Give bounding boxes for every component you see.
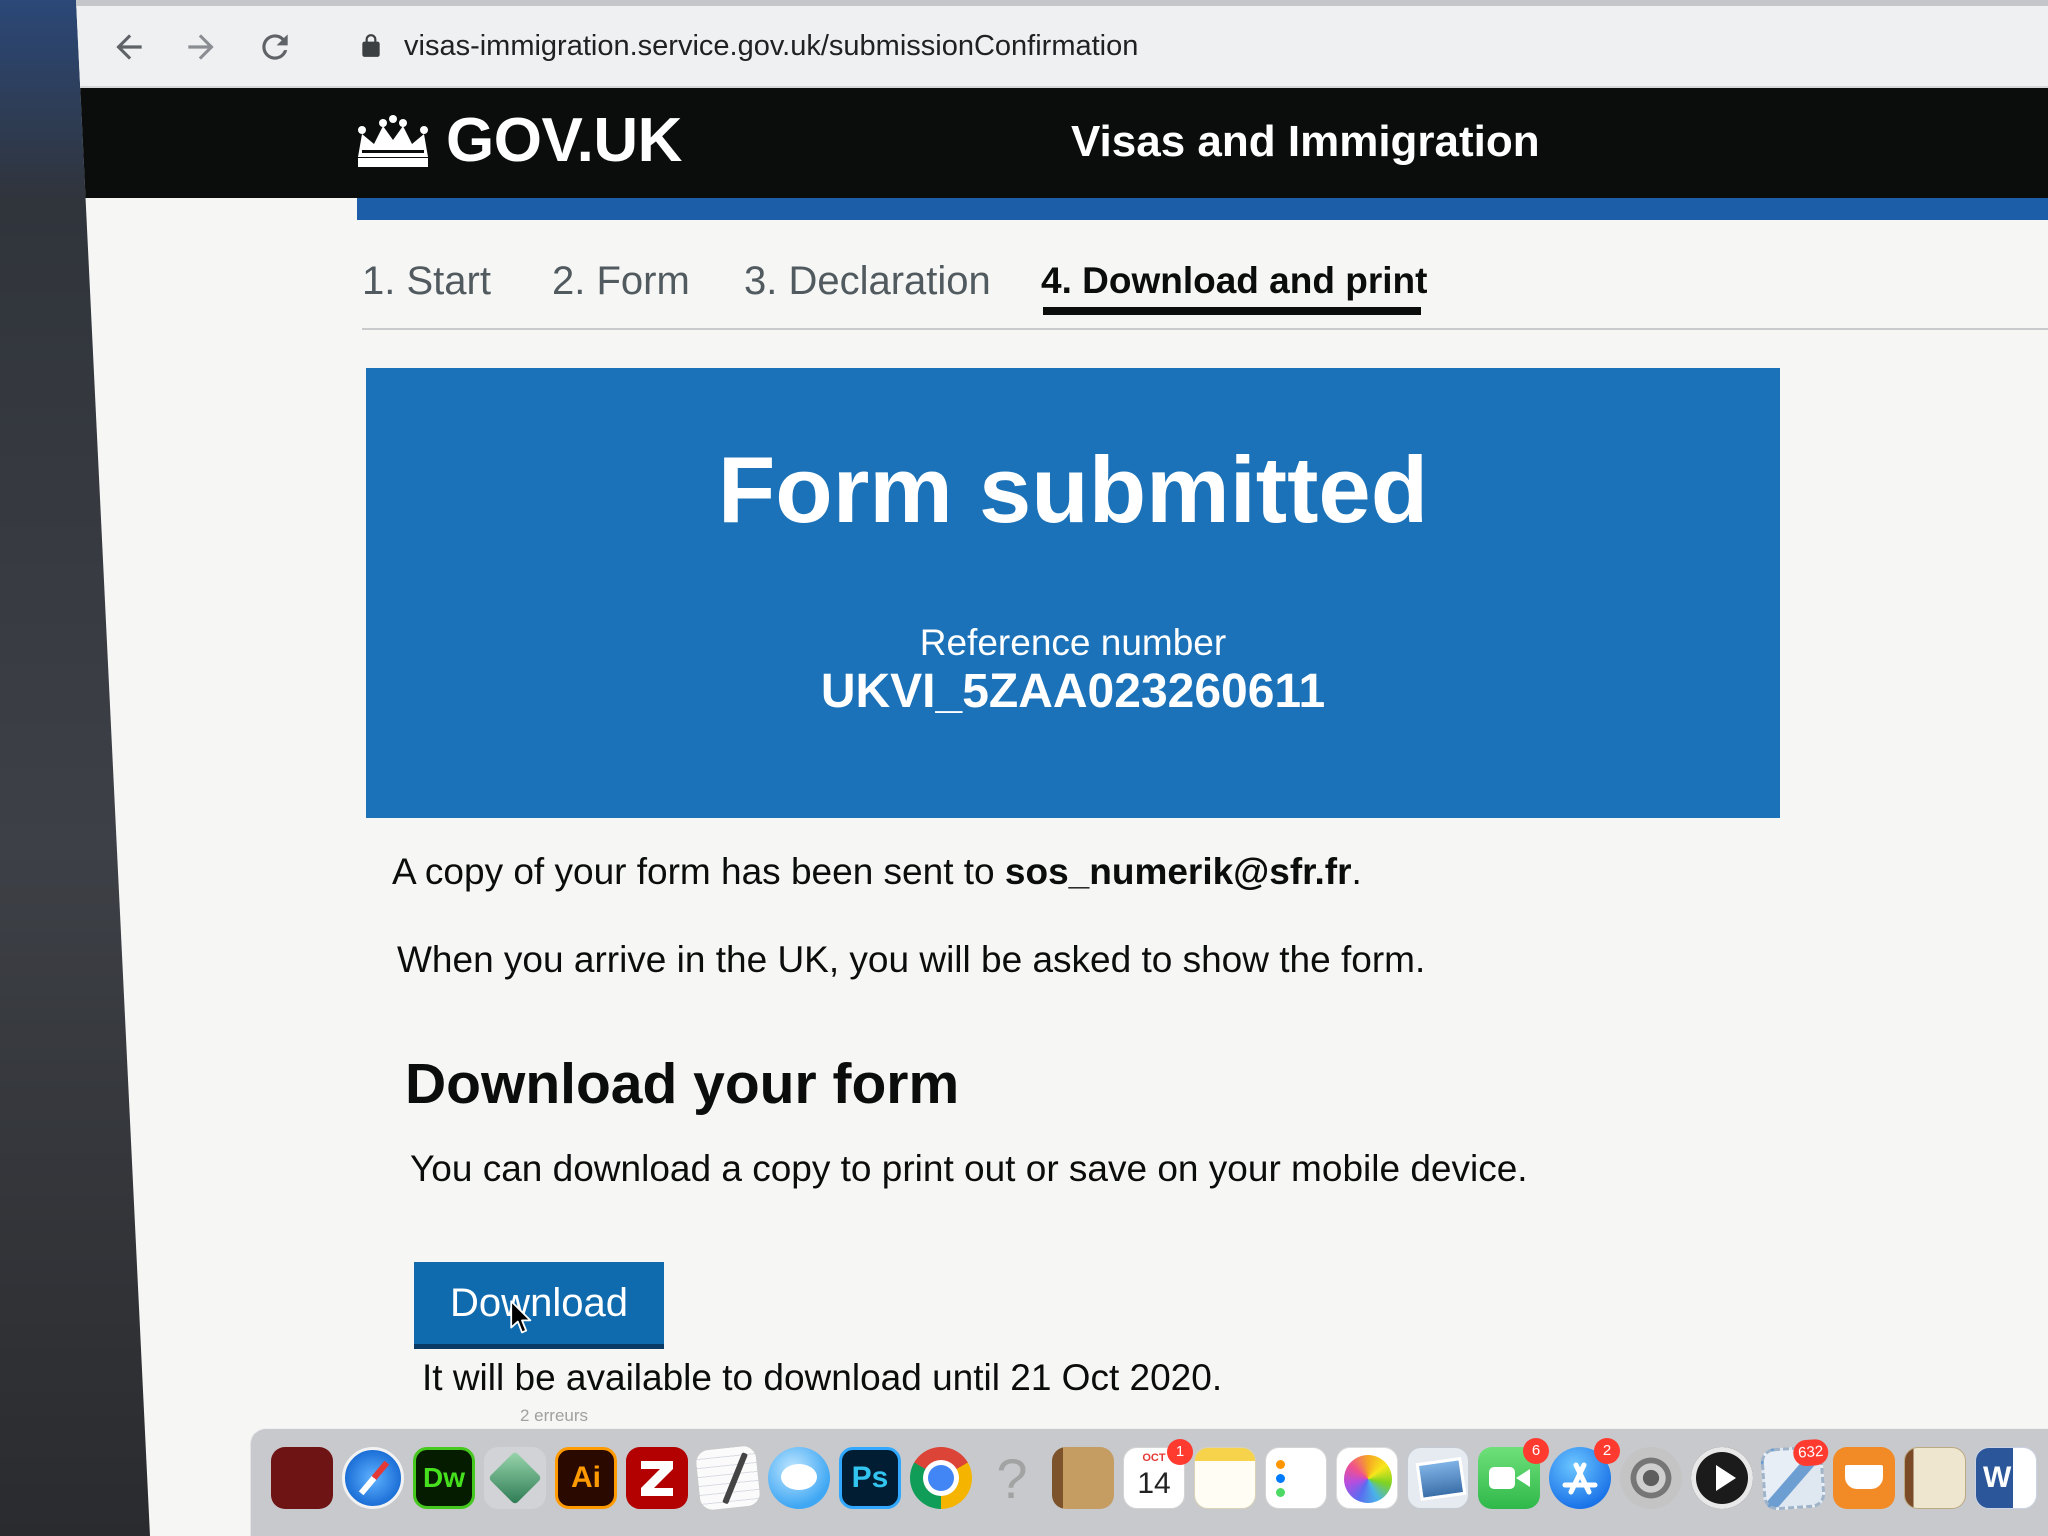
lock-icon[interactable] [358, 31, 384, 61]
notebook-icon[interactable] [1904, 1447, 1966, 1509]
word-label: W [1983, 1461, 2012, 1494]
photoshop-icon[interactable]: Ps [839, 1447, 901, 1509]
govuk-header: GOV.UK Visas and Immigration [76, 88, 2048, 198]
reminders-icon[interactable] [1265, 1447, 1327, 1509]
help-label: ? [996, 1446, 1028, 1510]
safari-icon[interactable] [342, 1447, 404, 1509]
reference-number: UKVI_5ZAA023260611 [820, 665, 1326, 718]
back-arrow-icon[interactable] [110, 28, 148, 66]
govuk-logo-link[interactable]: GOV.UK [446, 106, 682, 176]
step-declaration[interactable]: 3. Declaration [744, 256, 991, 306]
mail-icon[interactable]: 632 [1759, 1438, 1830, 1512]
contacts-icon[interactable] [1052, 1447, 1114, 1509]
ibooks-icon[interactable] [1833, 1447, 1895, 1509]
browser-toolbar: visas-immigration.service.gov.uk/submiss… [76, 6, 2048, 88]
word-icon[interactable]: W [1975, 1447, 2037, 1509]
mail-badge: 632 [1792, 1438, 1830, 1467]
notes-icon[interactable] [1194, 1447, 1256, 1509]
preview-icon[interactable] [1407, 1447, 1469, 1509]
availability-note: It will be available to download until 2… [422, 1357, 1223, 1398]
sourcetree-icon[interactable] [484, 1447, 546, 1509]
reference-label: Reference number [919, 622, 1227, 663]
macos-dock: Dw Ai Ps ? OCT 14 1 6 2 632 W [250, 1428, 2048, 1536]
dreamweaver-label: Dw [423, 1462, 465, 1493]
filezilla-icon[interactable] [626, 1447, 688, 1509]
facetime-icon[interactable]: 6 [1478, 1438, 1549, 1509]
illustrator-label: Ai [571, 1461, 601, 1494]
calendar-icon[interactable]: OCT 14 1 [1123, 1439, 1193, 1509]
service-stripe [357, 198, 2048, 220]
app-store-icon[interactable]: 2 [1549, 1438, 1620, 1509]
app-store-badge: 2 [1594, 1438, 1620, 1464]
help-icon[interactable]: ? [981, 1446, 1043, 1510]
step-divider [362, 328, 2048, 330]
mouse-pointer-icon [510, 1300, 534, 1336]
photoshop-label: Ps [851, 1461, 889, 1494]
service-name-link[interactable]: Visas and Immigration [1071, 118, 1540, 166]
step-form[interactable]: 2. Form [552, 256, 690, 306]
messages-icon[interactable] [768, 1447, 830, 1509]
browser-window: visas-immigration.service.gov.uk/submiss… [76, 0, 2048, 1536]
background-window-status: 2 erreurs [520, 1406, 589, 1425]
active-step-underline [1043, 307, 1421, 315]
red-app-icon[interactable] [271, 1447, 333, 1509]
calendar-day: 14 [1137, 1467, 1171, 1500]
download-button[interactable]: Download [414, 1262, 664, 1344]
illustrator-icon[interactable]: Ai [555, 1447, 617, 1509]
forward-arrow-icon[interactable] [182, 28, 220, 66]
arrival-note: When you arrive in the UK, you will be a… [397, 939, 1426, 980]
copy-sent-suffix: . [1351, 851, 1362, 892]
step-start[interactable]: 1. Start [362, 256, 491, 306]
copy-sent-text: A copy of your form has been sent to sos… [392, 848, 1362, 896]
facetime-badge: 6 [1523, 1438, 1549, 1464]
email-address: sos_numerik@sfr.fr [1004, 851, 1352, 892]
crown-icon[interactable] [352, 114, 434, 170]
confirmation-panel: Form submitted Reference number UKVI_5ZA… [366, 368, 1780, 818]
copy-sent-prefix: A copy of your form has been sent to [392, 851, 1005, 892]
system-preferences-icon[interactable] [1620, 1447, 1682, 1509]
quicktime-icon[interactable] [1691, 1447, 1753, 1509]
panel-title: Form submitted [717, 437, 1429, 542]
download-intro: You can download a copy to print out or … [410, 1148, 1528, 1189]
photos-icon[interactable] [1336, 1447, 1398, 1509]
reload-icon[interactable] [256, 28, 294, 66]
calendar-badge: 1 [1167, 1439, 1193, 1465]
textedit-icon[interactable] [693, 1443, 763, 1513]
address-bar-url[interactable]: visas-immigration.service.gov.uk/submiss… [404, 28, 1138, 64]
dreamweaver-icon[interactable]: Dw [413, 1447, 475, 1509]
chrome-icon[interactable] [910, 1447, 972, 1509]
step-download-and-print[interactable]: 4. Download and print [1041, 256, 1427, 306]
download-heading: Download your form [405, 1052, 960, 1116]
